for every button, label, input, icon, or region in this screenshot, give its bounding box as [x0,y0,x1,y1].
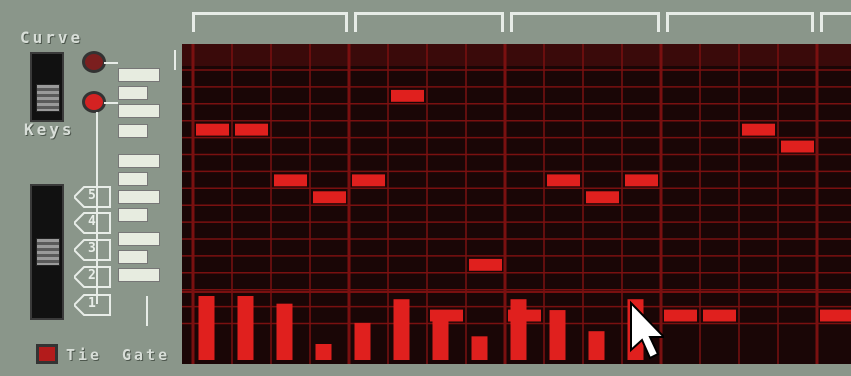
step-group-bar-2 [354,12,504,32]
piano-key [118,190,160,204]
gate-bar-step-4[interactable] [315,344,332,360]
octave-button-2[interactable]: 2 [74,266,112,288]
octave-switch[interactable] [30,184,64,320]
piano-key [118,232,160,246]
piano-key [118,208,148,222]
note-step-16[interactable] [781,140,814,153]
octave-button-1[interactable]: 1 [74,294,112,316]
curve-keys-switch-knob[interactable] [36,84,60,112]
curve-label: Curve [20,28,84,47]
sequencer-grid-svg[interactable] [182,44,851,364]
step-group-bar-4 [666,12,814,32]
step-indicator-strip [182,44,851,66]
octave-button-5[interactable]: 5 [74,186,112,208]
note-step-2[interactable] [235,123,268,136]
octave-button-4[interactable]: 4 [74,212,112,234]
step-group-bar-1 [192,12,348,32]
keyboard-arrow-line [174,50,176,70]
note-step-10[interactable] [547,174,580,187]
connector-line [104,102,118,104]
mouse-pointer-icon [630,300,664,360]
piano-key [118,104,160,118]
note-step-6[interactable] [391,89,424,102]
note-step-11[interactable] [586,191,619,204]
note-step-4[interactable] [313,191,346,204]
gate-bar-step-6[interactable] [393,299,410,360]
piano-key [118,86,148,100]
note-step-3[interactable] [274,174,307,187]
gate-bar-step-10[interactable] [549,310,566,360]
piano-key [118,250,148,264]
gate-bar-step-9[interactable] [510,299,527,360]
piano-key [118,68,160,82]
piano-keyboard [118,68,164,296]
step-group-bar-5 [820,12,851,32]
tie-label: Tie [66,346,103,364]
keys-label: Keys [24,120,75,139]
connector-line [104,62,118,64]
gate-label: Gate [122,346,171,364]
gate-bar-step-11[interactable] [588,331,605,360]
gate-bar-step-3[interactable] [276,303,293,360]
piano-key [118,154,160,168]
keys-mode-button[interactable] [82,91,106,113]
curve-mode-button[interactable] [82,51,106,73]
note-step-13[interactable] [664,309,697,322]
sequencer-grid[interactable] [182,44,851,364]
keyboard-arrow-line [146,296,148,326]
redrum-pattern-panel: Curve Keys 5 4 3 2 1 Tie Gate [0,0,851,376]
piano-key [118,268,160,282]
note-step-12[interactable] [625,174,658,187]
octave-switch-knob[interactable] [36,238,60,266]
curve-keys-switch[interactable] [30,52,64,122]
gate-bar-step-8[interactable] [471,336,488,360]
gate-bar-step-1[interactable] [198,296,215,360]
note-step-17[interactable] [820,309,851,322]
note-step-14[interactable] [703,309,736,322]
note-step-8[interactable] [469,258,502,271]
note-step-15[interactable] [742,123,775,136]
octave-button-3[interactable]: 3 [74,239,112,261]
note-step-1[interactable] [196,123,229,136]
gate-bar-step-5[interactable] [354,322,371,360]
piano-key [118,172,148,186]
gate-bar-step-7[interactable] [432,316,449,360]
piano-key [118,124,148,138]
step-group-bar-3 [510,12,660,32]
note-step-5[interactable] [352,174,385,187]
gate-bar-step-2[interactable] [237,296,254,360]
tie-button[interactable] [36,344,58,364]
